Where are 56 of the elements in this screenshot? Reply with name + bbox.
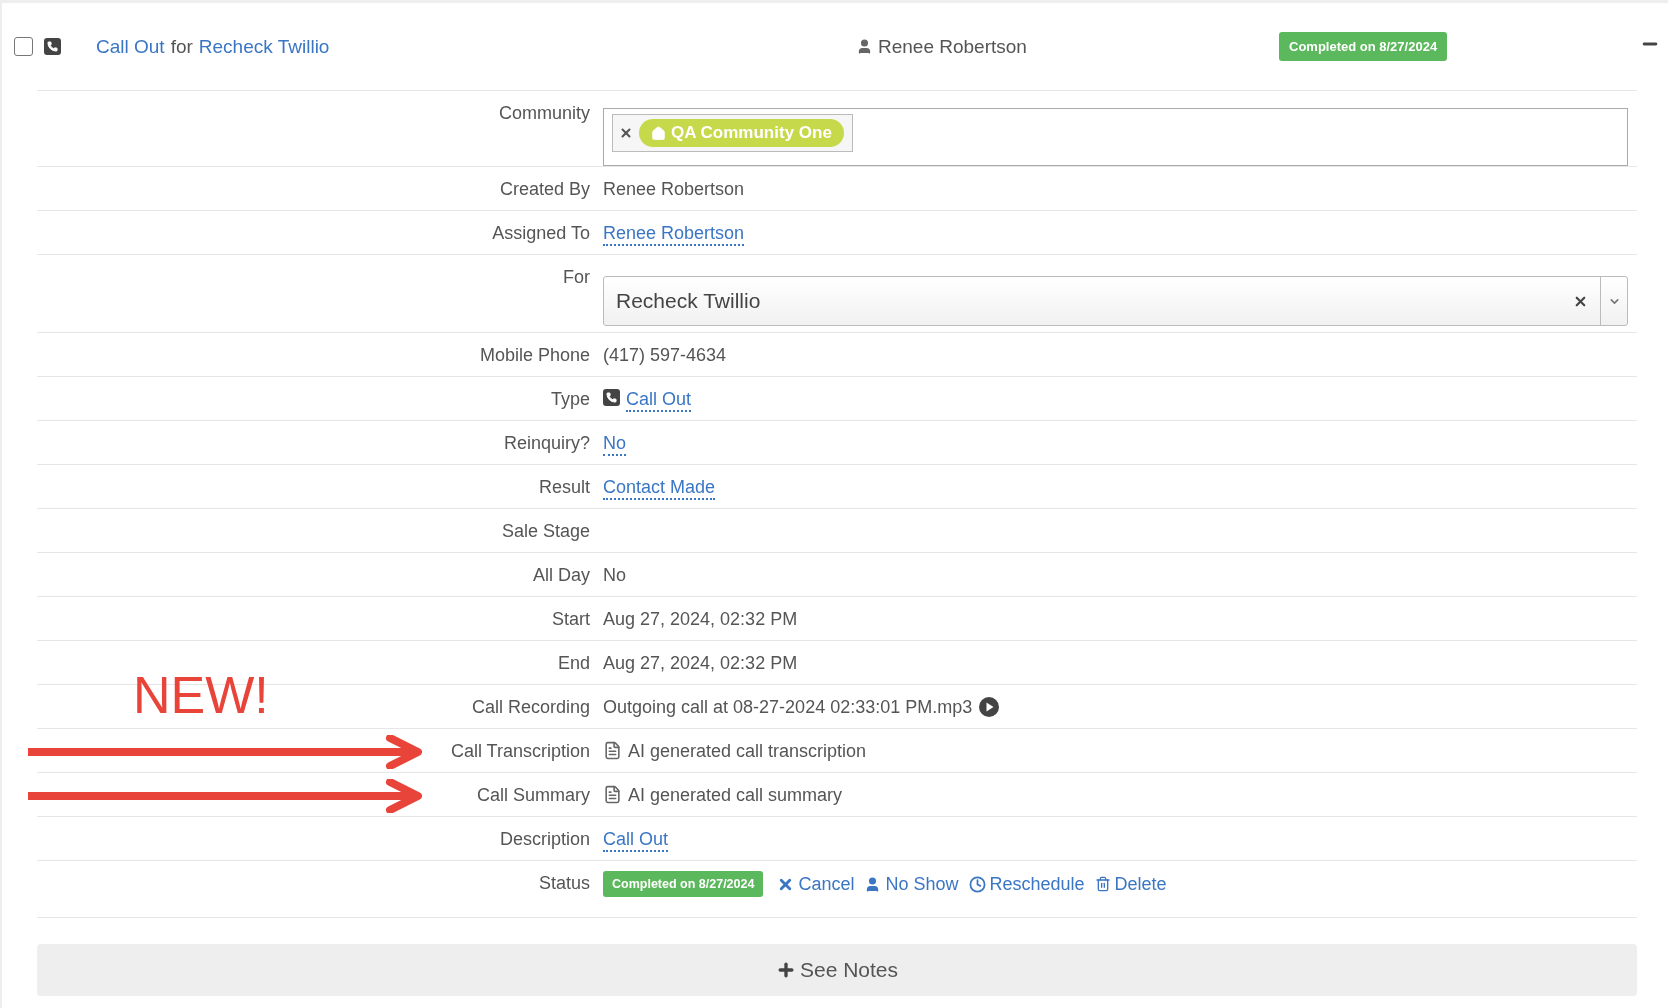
field-label: For bbox=[563, 267, 590, 287]
status-action[interactable]: Reschedule bbox=[968, 873, 1085, 895]
document-icon bbox=[603, 785, 622, 804]
see-notes-button[interactable]: See Notes bbox=[37, 944, 1637, 996]
select-checkbox[interactable] bbox=[14, 37, 33, 56]
field-label: Call Summary bbox=[476, 785, 590, 805]
field-value: Aug 27, 2024, 02:32 PM bbox=[603, 609, 798, 630]
for-select[interactable]: Recheck Twillio bbox=[603, 276, 1628, 326]
title-link[interactable]: Call Out bbox=[96, 35, 165, 58]
field-link[interactable]: Call Out bbox=[603, 829, 669, 852]
field-label: End bbox=[557, 653, 590, 673]
phone-icon bbox=[603, 389, 620, 406]
field-value: Aug 27, 2024, 02:32 PM bbox=[603, 653, 798, 674]
document-text: AI generated call transcription bbox=[628, 741, 867, 762]
field-link[interactable]: Call Out bbox=[626, 389, 692, 412]
field-label: Description bbox=[499, 829, 590, 849]
recording-name: Outgoing call at 08-27-2024 02:33:01 PM.mp3 bbox=[603, 697, 973, 718]
new-label: NEW! bbox=[133, 665, 269, 725]
remove-icon[interactable] bbox=[619, 126, 633, 140]
play-icon[interactable] bbox=[978, 696, 1001, 718]
select-value: Recheck Twillio bbox=[615, 289, 762, 313]
field-label: Status bbox=[538, 873, 590, 893]
field-value: No bbox=[603, 565, 626, 586]
owner-name: Renee Robertson bbox=[878, 35, 1027, 58]
status-badge: Completed on 8/27/2024 bbox=[1279, 32, 1448, 61]
home-icon bbox=[651, 125, 666, 141]
title-text: for bbox=[170, 35, 193, 58]
field-label: Mobile Phone bbox=[479, 345, 590, 365]
status-action[interactable]: Delete bbox=[1094, 873, 1167, 895]
phone-icon bbox=[44, 38, 61, 55]
field-value: (417) 597-4634 bbox=[603, 345, 727, 366]
clock-icon bbox=[968, 875, 986, 893]
community-name: QA Community One bbox=[671, 123, 832, 143]
field-link[interactable]: No bbox=[603, 433, 626, 456]
field-label: Sale Stage bbox=[501, 521, 590, 541]
status-badge: Completed on 8/27/2024 bbox=[603, 871, 764, 897]
field-label: Reinquiry? bbox=[503, 433, 590, 453]
contact-link[interactable]: Recheck Twillio bbox=[198, 35, 330, 58]
field-label: Community bbox=[498, 103, 590, 123]
document-text: AI generated call summary bbox=[628, 785, 843, 806]
document-icon bbox=[603, 741, 622, 760]
field-label: Type bbox=[550, 389, 590, 409]
status-action[interactable]: Cancel bbox=[777, 873, 855, 895]
status-action[interactable]: No Show bbox=[864, 873, 959, 895]
field-link[interactable]: Contact Made bbox=[603, 477, 716, 500]
trash-icon bbox=[1094, 876, 1111, 892]
field-label: Call Transcription bbox=[450, 741, 590, 761]
field-label: Result bbox=[538, 477, 590, 497]
user-icon bbox=[856, 38, 873, 55]
field-label: All Day bbox=[533, 565, 590, 585]
field-value: Renee Robertson bbox=[603, 179, 745, 200]
field-link[interactable]: Renee Robertson bbox=[603, 223, 745, 246]
field-label: Created By bbox=[499, 179, 590, 199]
field-label: Assigned To bbox=[492, 223, 590, 243]
field-label: Call Recording bbox=[471, 697, 590, 717]
field-label: Start bbox=[552, 609, 590, 629]
